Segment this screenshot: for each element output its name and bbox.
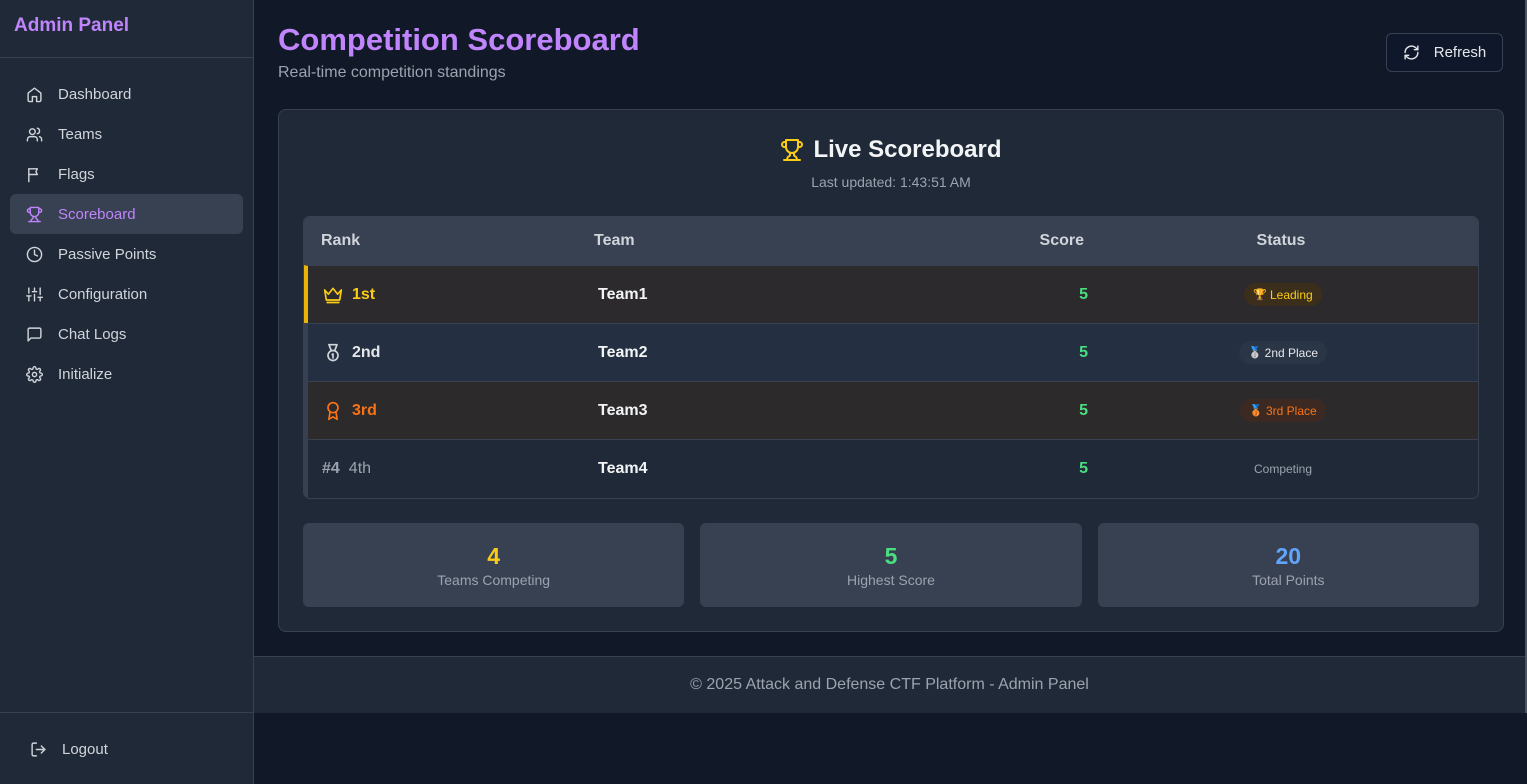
sidebar-item-label: Teams	[58, 125, 103, 143]
rank-label: 1st	[352, 285, 376, 303]
sidebar-item-initialize[interactable]: Initialize	[10, 354, 243, 394]
page-title: Competition Scoreboard	[278, 22, 640, 57]
team-score: 5	[1079, 459, 1088, 477]
column-header-team: Team	[594, 232, 635, 249]
medal-icon: 🥉	[1249, 405, 1263, 417]
team-name: Team2	[598, 343, 648, 361]
stat-label: Total Points	[1252, 571, 1325, 588]
logout-icon	[28, 739, 48, 759]
status-text: 3rd Place	[1266, 403, 1317, 418]
trophy-icon	[781, 139, 804, 161]
stat-label: Teams Competing	[437, 571, 551, 588]
sidebar-item-label: Dashboard	[58, 85, 132, 103]
refresh-icon	[1404, 45, 1419, 60]
status-badge: 🥈 2nd Place	[1238, 341, 1328, 364]
stat-label: Highest Score	[847, 571, 935, 588]
stat-value: 20	[1275, 542, 1302, 569]
sidebar-item-label: Chat Logs	[58, 325, 127, 343]
logout-button[interactable]: Logout	[18, 731, 235, 767]
column-header-score: Score	[1039, 232, 1084, 249]
home-icon	[24, 84, 44, 104]
refresh-label: Refresh	[1433, 44, 1487, 61]
flag-icon	[24, 164, 44, 184]
rank-number: #4	[322, 459, 340, 477]
scoreboard-table: Rank Team Score Status 1st Team1 5 🏆 Lea…	[303, 216, 1479, 499]
page-footer: © 2025 Attack and Defense CTF Platform -…	[254, 656, 1525, 713]
sliders-icon	[24, 284, 44, 304]
rank-cell: #4 4th	[308, 460, 598, 478]
table-header: Rank Team Score Status	[304, 217, 1478, 265]
sidebar-item-scoreboard[interactable]: Scoreboard	[10, 194, 243, 234]
scoreboard-title-text: Live Scoreboard	[813, 136, 1002, 163]
rank-cell: 3rd	[308, 400, 598, 422]
sidebar-item-flags[interactable]: Flags	[10, 154, 243, 194]
sidebar-item-label: Passive Points	[58, 245, 157, 263]
table-row: 3rd Team3 5 🥉 3rd Place	[304, 381, 1478, 439]
sidebar-item-teams[interactable]: Teams	[10, 114, 243, 154]
message-icon	[24, 324, 44, 344]
page-header: Competition Scoreboard Real-time competi…	[254, 0, 1525, 110]
medal-icon	[322, 342, 344, 364]
users-icon	[24, 124, 44, 144]
stat-value: 5	[884, 542, 898, 569]
status-badge: 🏆 Leading	[1244, 283, 1322, 306]
page-subtitle: Real-time competition standings	[278, 64, 506, 81]
stat-card-highest-score: 5 Highest Score	[700, 523, 1082, 607]
main-content: Competition Scoreboard Real-time competi…	[254, 0, 1525, 784]
team-score: 5	[1079, 285, 1088, 303]
award-icon	[322, 400, 344, 422]
sidebar: Admin Panel Dashboard Teams Flags Scoreb…	[0, 0, 254, 784]
team-name: Team1	[598, 285, 648, 303]
sidebar-nav: Dashboard Teams Flags Scoreboard Passive…	[0, 58, 253, 410]
sidebar-item-dashboard[interactable]: Dashboard	[10, 74, 243, 114]
sidebar-item-label: Configuration	[58, 285, 148, 303]
status-text: 2nd Place	[1264, 345, 1319, 360]
rank-cell: 1st	[308, 284, 598, 306]
rank-cell: 2nd	[308, 342, 598, 364]
sidebar-item-chat-logs[interactable]: Chat Logs	[10, 314, 243, 354]
scoreboard-title: Live Scoreboard	[279, 136, 1503, 164]
sidebar-item-label: Flags	[58, 165, 95, 183]
status-badge: 🥉 3rd Place	[1240, 399, 1326, 422]
rank-label: 3rd	[352, 401, 377, 419]
crown-icon	[322, 284, 344, 306]
status-text: Leading	[1269, 287, 1313, 302]
rank-label: 4th	[348, 459, 372, 477]
scoreboard-card: Live Scoreboard Last updated: 1:43:51 AM…	[278, 109, 1504, 632]
team-name: Team4	[598, 459, 648, 477]
table-row: #4 4th Team4 5 Competing	[304, 439, 1478, 497]
clock-icon	[24, 244, 44, 264]
medal-icon: 🥈	[1247, 347, 1262, 359]
refresh-button[interactable]: Refresh	[1386, 33, 1503, 72]
logout-label: Logout	[62, 740, 108, 758]
table-row: 1st Team1 5 🏆 Leading	[304, 265, 1478, 323]
team-name: Team3	[598, 401, 648, 419]
team-score: 5	[1079, 343, 1088, 361]
gear-icon	[24, 364, 44, 384]
rank-label: 2nd	[352, 343, 381, 361]
stat-card-teams: 4 Teams Competing	[303, 523, 685, 607]
status-badge: Competing	[1245, 457, 1321, 480]
last-updated: Last updated: 1:43:51 AM	[811, 174, 971, 190]
sidebar-item-passive-points[interactable]: Passive Points	[10, 234, 243, 274]
sidebar-item-configuration[interactable]: Configuration	[10, 274, 243, 314]
stat-card-total-points: 20 Total Points	[1097, 523, 1479, 607]
status-text: Competing	[1253, 461, 1313, 476]
trophy-icon	[24, 204, 44, 224]
sidebar-item-label: Scoreboard	[58, 205, 136, 223]
sidebar-footer: Logout	[0, 712, 253, 784]
brand-title: Admin Panel	[0, 0, 253, 58]
team-score: 5	[1079, 401, 1088, 419]
table-row: 2nd Team2 5 🥈 2nd Place	[304, 323, 1478, 381]
column-header-rank: Rank	[321, 232, 361, 249]
trophy-icon: 🏆	[1253, 289, 1267, 301]
sidebar-item-label: Initialize	[58, 365, 113, 383]
stat-value: 4	[487, 542, 501, 569]
column-header-status: Status	[1256, 232, 1306, 249]
stats-row: 4 Teams Competing 5 Highest Score 20 Tot…	[303, 523, 1479, 607]
